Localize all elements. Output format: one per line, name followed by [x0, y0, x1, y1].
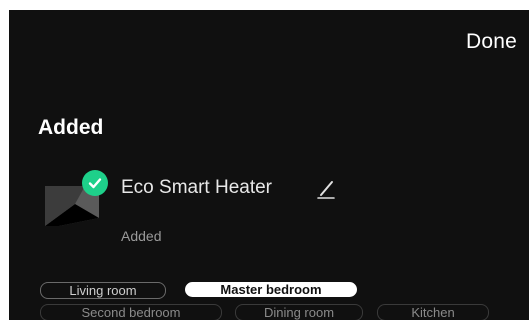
device-status: Added [121, 228, 162, 244]
check-icon [82, 170, 108, 196]
device-added-screen: Done Added Eco Smart Heater Added Living… [9, 10, 529, 320]
room-chip-dining-room[interactable]: Dining room [235, 304, 363, 320]
done-button[interactable]: Done [466, 30, 517, 54]
room-chip-second-bedroom[interactable]: Second bedroom [40, 304, 222, 320]
room-chip-kitchen[interactable]: Kitchen [377, 304, 489, 320]
room-chip-living-room[interactable]: Living room [40, 282, 166, 299]
section-title: Added [38, 116, 104, 139]
pencil-icon[interactable] [316, 178, 336, 200]
room-selector: Living room Master bedroom Second bedroo… [9, 282, 529, 320]
device-name: Eco Smart Heater [121, 177, 272, 198]
room-chip-master-bedroom[interactable]: Master bedroom [185, 282, 357, 297]
